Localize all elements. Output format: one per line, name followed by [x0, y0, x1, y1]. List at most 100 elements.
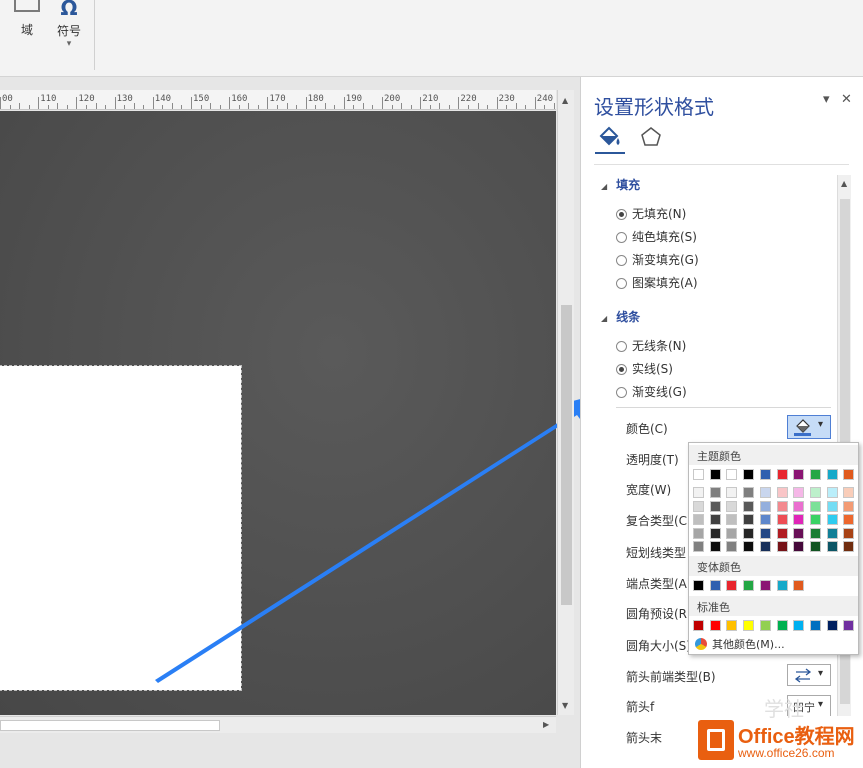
standard-color-swatch[interactable] — [693, 620, 704, 631]
vertical-scrollbar[interactable]: ▲ ▼ — [557, 90, 574, 715]
theme-shade-swatch[interactable] — [809, 541, 821, 552]
radio-solid-line[interactable]: 实线(S) — [616, 360, 673, 377]
theme-shade-swatch[interactable] — [776, 514, 788, 525]
theme-shade-swatch[interactable] — [776, 541, 788, 552]
variant-color-swatch[interactable] — [726, 580, 738, 591]
theme-shade-swatch[interactable] — [726, 541, 738, 552]
theme-shade-swatch[interactable] — [743, 514, 755, 525]
variant-color-swatch[interactable] — [743, 580, 755, 591]
radio-gradient-fill[interactable]: 渐变填充(G) — [616, 251, 699, 268]
theme-shade-swatch[interactable] — [809, 500, 821, 512]
radio-pattern-fill[interactable]: 图案填充(A) — [616, 274, 698, 291]
theme-color-swatch[interactable] — [809, 469, 821, 480]
theme-color-swatch[interactable] — [743, 469, 755, 480]
theme-shade-swatch[interactable] — [809, 514, 821, 525]
theme-shade-swatch[interactable] — [743, 500, 755, 512]
theme-shade-swatch[interactable] — [843, 500, 855, 512]
theme-shade-swatch[interactable] — [709, 541, 721, 552]
variant-color-swatch[interactable] — [693, 580, 704, 591]
standard-color-swatch[interactable] — [743, 620, 755, 631]
theme-color-swatch[interactable] — [693, 469, 704, 480]
more-colors-item[interactable]: 其他颜色(M)... — [695, 636, 785, 652]
standard-color-swatch[interactable] — [809, 620, 821, 631]
pane-options-icon[interactable]: ▾ — [823, 92, 830, 107]
begin-arrow-type-button[interactable]: ▾ — [787, 664, 831, 686]
standard-color-swatch[interactable] — [826, 620, 838, 631]
theme-shade-swatch[interactable] — [793, 541, 805, 552]
radio-no-fill[interactable]: 无填充(N) — [616, 205, 686, 222]
theme-shade-swatch[interactable] — [826, 514, 838, 525]
theme-shade-swatch[interactable] — [759, 527, 771, 539]
theme-shade-swatch[interactable] — [793, 514, 805, 525]
theme-shade-swatch[interactable] — [843, 541, 855, 552]
radio-gradient-line[interactable]: 渐变线(G) — [616, 383, 687, 400]
theme-shade-swatch[interactable] — [726, 487, 738, 498]
theme-shade-swatch[interactable] — [693, 541, 704, 552]
theme-color-swatch[interactable] — [726, 469, 738, 480]
radio-no-line[interactable]: 无线条(N) — [616, 337, 686, 354]
theme-color-swatch[interactable] — [759, 469, 771, 480]
theme-shade-swatch[interactable] — [793, 487, 805, 498]
scroll-thumb[interactable] — [561, 305, 572, 605]
effects-tab-icon[interactable] — [639, 125, 663, 149]
theme-shade-swatch[interactable] — [843, 487, 855, 498]
theme-shade-swatch[interactable] — [776, 487, 788, 498]
theme-shade-swatch[interactable] — [743, 487, 755, 498]
theme-shade-swatch[interactable] — [726, 527, 738, 539]
standard-color-swatch[interactable] — [759, 620, 771, 631]
scroll-down-icon[interactable]: ▼ — [562, 701, 568, 710]
theme-shade-swatch[interactable] — [809, 487, 821, 498]
variant-color-swatch[interactable] — [793, 580, 805, 591]
theme-shade-swatch[interactable] — [759, 487, 771, 498]
fill-line-tab-icon[interactable] — [597, 125, 623, 149]
theme-shade-swatch[interactable] — [726, 514, 738, 525]
standard-color-swatch[interactable] — [726, 620, 738, 631]
theme-shade-swatch[interactable] — [759, 514, 771, 525]
theme-shade-swatch[interactable] — [709, 514, 721, 525]
variant-color-swatch[interactable] — [759, 580, 771, 591]
theme-color-swatch[interactable] — [793, 469, 805, 480]
theme-shade-swatch[interactable] — [693, 487, 704, 498]
theme-shade-swatch[interactable] — [709, 487, 721, 498]
variant-color-swatch[interactable] — [709, 580, 721, 591]
close-icon[interactable]: ✕ — [841, 92, 852, 107]
theme-shade-swatch[interactable] — [809, 527, 821, 539]
theme-color-swatch[interactable] — [843, 469, 855, 480]
theme-shade-swatch[interactable] — [826, 487, 838, 498]
theme-shade-swatch[interactable] — [726, 500, 738, 512]
theme-shade-swatch[interactable] — [693, 500, 704, 512]
line-section-header[interactable]: ◢ 线条 — [601, 308, 640, 325]
hscroll-thumb[interactable] — [0, 720, 220, 731]
theme-shade-swatch[interactable] — [826, 541, 838, 552]
radio-solid-fill[interactable]: 纯色填充(S) — [616, 228, 697, 245]
theme-shade-swatch[interactable] — [743, 527, 755, 539]
standard-color-swatch[interactable] — [843, 620, 855, 631]
theme-shade-swatch[interactable] — [826, 500, 838, 512]
theme-shade-swatch[interactable] — [743, 541, 755, 552]
theme-shade-swatch[interactable] — [776, 527, 788, 539]
theme-shade-swatch[interactable] — [759, 541, 771, 552]
theme-shade-swatch[interactable] — [843, 514, 855, 525]
theme-shade-swatch[interactable] — [693, 514, 704, 525]
theme-shade-swatch[interactable] — [826, 527, 838, 539]
fill-section-header[interactable]: ◢ 填充 — [601, 176, 640, 193]
scroll-right-icon[interactable]: ▶ — [543, 720, 549, 729]
horizontal-scrollbar[interactable]: ▶ — [0, 716, 556, 733]
theme-shade-swatch[interactable] — [776, 500, 788, 512]
theme-shade-swatch[interactable] — [843, 527, 855, 539]
standard-color-swatch[interactable] — [709, 620, 721, 631]
theme-color-swatch[interactable] — [776, 469, 788, 480]
theme-shade-swatch[interactable] — [759, 500, 771, 512]
pane-scroll-up-icon[interactable]: ▲ — [841, 179, 847, 188]
theme-shade-swatch[interactable] — [709, 500, 721, 512]
theme-shade-swatch[interactable] — [793, 500, 805, 512]
standard-color-swatch[interactable] — [776, 620, 788, 631]
line-color-button[interactable]: ▾ — [787, 415, 831, 439]
theme-color-swatch[interactable] — [826, 469, 838, 480]
theme-shade-swatch[interactable] — [793, 527, 805, 539]
standard-color-swatch[interactable] — [793, 620, 805, 631]
variant-color-swatch[interactable] — [776, 580, 788, 591]
theme-color-swatch[interactable] — [709, 469, 721, 480]
theme-shade-swatch[interactable] — [709, 527, 721, 539]
scroll-up-icon[interactable]: ▲ — [562, 96, 568, 105]
